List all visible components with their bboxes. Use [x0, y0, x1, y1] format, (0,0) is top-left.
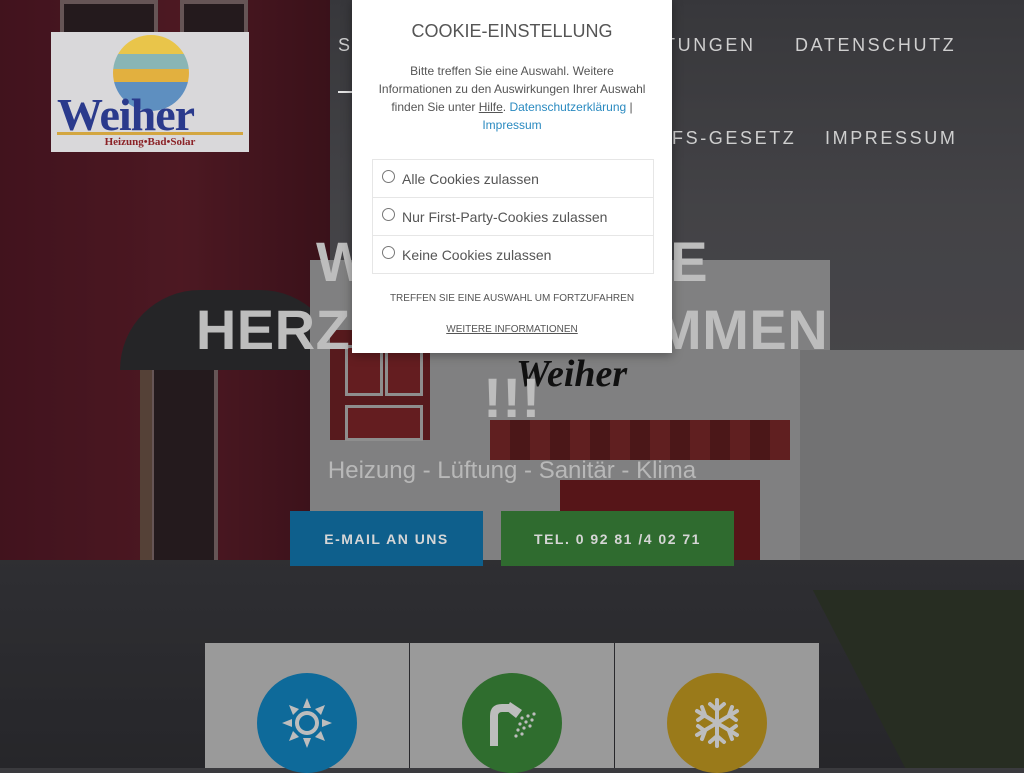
service-card-heizung[interactable]	[205, 643, 409, 773]
service-card-sanitaer[interactable]	[410, 643, 614, 773]
logo-tagline: Heizung•Bad•Solar	[104, 136, 196, 148]
cookie-option-first-party[interactable]: Nur First-Party-Cookies zulassen	[373, 198, 653, 236]
cookie-dialog-text: Bitte treffen Sie eine Auswahl. Weitere …	[378, 64, 646, 132]
sun-icon	[257, 673, 357, 773]
cookie-consent-dialog: COOKIE-EINSTELLUNG Bitte treffen Sie ein…	[352, 0, 672, 353]
radio-button[interactable]	[382, 246, 395, 259]
cookie-dialog-title: COOKIE-EINSTELLUNG	[411, 21, 613, 41]
radio-button[interactable]	[382, 170, 395, 183]
nav-item-datenschutz[interactable]: DATENSCHUTZ	[795, 35, 956, 56]
nav-item-leistungen[interactable]: TUNGEN	[664, 35, 756, 56]
imprint-link[interactable]: Impressum	[482, 118, 541, 132]
cookie-option-label: Alle Cookies zulassen	[402, 171, 539, 187]
phone-button[interactable]: TEL. 0 92 81 /4 02 71	[501, 511, 734, 566]
cookie-option-label: Nur First-Party-Cookies zulassen	[402, 209, 608, 225]
help-link[interactable]: Hilfe	[479, 100, 503, 114]
service-card-klima[interactable]	[615, 643, 819, 773]
snowflake-icon	[667, 673, 767, 773]
shower-icon	[462, 673, 562, 773]
cookie-option-all[interactable]: Alle Cookies zulassen	[373, 160, 653, 198]
cookie-instruction: TREFFEN SIE EINE AUSWAHL UM FORTZUFAHREN	[389, 293, 635, 304]
nav-item-impressum[interactable]: IMPRESSUM	[825, 128, 957, 149]
more-info-link[interactable]: WEITERE INFORMATIONEN	[352, 324, 672, 335]
radio-button[interactable]	[382, 208, 395, 221]
link-separator: |	[629, 100, 633, 114]
privacy-policy-link[interactable]: Datenschutzerklärung	[509, 100, 626, 114]
cookie-option-none[interactable]: Keine Cookies zulassen	[373, 236, 653, 273]
cookie-options: Alle Cookies zulassen Nur First-Party-Co…	[372, 159, 654, 274]
hero-title-part: !!!	[483, 366, 541, 429]
nav-item-gesetz[interactable]: FS-GESETZ	[672, 128, 796, 149]
site-logo[interactable]: Weiher Heizung•Bad•Solar	[51, 32, 249, 152]
hero-subtitle: Heizung - Lüftung - Sanitär - Klima	[327, 457, 697, 484]
email-button[interactable]: E-MAIL AN UNS	[290, 511, 483, 566]
nav-item-start[interactable]: S	[338, 35, 353, 56]
cookie-option-label: Keine Cookies zulassen	[402, 247, 552, 263]
